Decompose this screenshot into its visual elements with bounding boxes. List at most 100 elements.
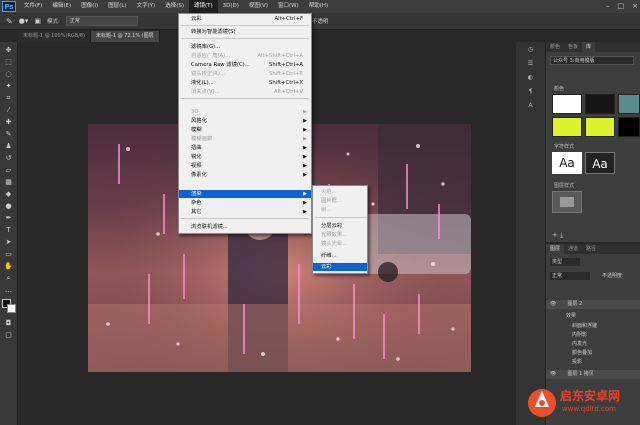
effect-drop-shadow[interactable]: 投影 (546, 358, 640, 367)
menu-item-blur-gallery[interactable]: 模糊画廊 ▶ (179, 135, 311, 143)
brush-tool-icon-side[interactable]: ✎ (2, 129, 15, 139)
menu-item-render[interactable]: 渲染 ▶ (179, 190, 311, 198)
paragraph-panel-icon[interactable]: ¶ (526, 88, 536, 96)
menu-item-stylize[interactable]: 风格化 ▶ (179, 117, 311, 125)
menu-item-liquify[interactable]: 液化(L)... Shift+Ctrl+X (179, 79, 311, 87)
brush-tool-icon[interactable]: ✎ (6, 17, 13, 26)
menu-view[interactable]: 视图(V) (244, 0, 273, 13)
menu-item-other[interactable]: 其它 ▶ (179, 208, 311, 216)
history-panel-icon[interactable]: ◷ (526, 46, 536, 54)
menu-layer[interactable]: 图层(L) (103, 0, 131, 13)
menu-item-3d[interactable]: 3D ▶ (179, 108, 311, 116)
menu-help[interactable]: 帮助(H) (304, 0, 333, 13)
menu-item-pixelate[interactable]: 像素化 ▶ (179, 171, 311, 179)
swatch-1[interactable] (552, 94, 582, 114)
quick-select-tool-icon[interactable]: ✦ (2, 81, 15, 91)
eraser-tool-icon[interactable]: ▱ (2, 165, 15, 175)
submenu-item-lens-flare[interactable]: 镜头光晕... (313, 240, 367, 248)
minimize-icon[interactable]: – (606, 0, 610, 13)
section-layer-styles[interactable]: 图层样式 (554, 182, 574, 189)
effects-row[interactable]: 效果 (546, 312, 640, 321)
submenu-item-tree[interactable]: 树... (313, 206, 367, 214)
menu-filter[interactable]: 滤镜(T) (188, 0, 218, 13)
layer-kind-filter[interactable]: 类型 (550, 258, 580, 266)
color-swatches-icon[interactable] (1, 299, 16, 313)
eyedropper-tool-icon[interactable]: ⁄ (2, 105, 15, 115)
layer-style-thumb[interactable] (552, 191, 582, 213)
blend-mode-select[interactable]: 正常 (550, 272, 590, 280)
menu-item-blur[interactable]: 模糊 ▶ (179, 126, 311, 134)
properties-panel-icon[interactable]: ☰ (526, 60, 536, 68)
tab-layers[interactable]: 图层 (546, 244, 565, 254)
menu-edit[interactable]: 编辑(E) (47, 0, 76, 13)
lasso-tool-icon[interactable]: ◌ (2, 69, 15, 79)
quick-mask-icon[interactable]: ◘ (2, 318, 15, 328)
effect-inner-glow[interactable]: 内发光 (546, 340, 640, 349)
type-tool-icon[interactable]: T (2, 225, 15, 235)
tab-document-1[interactable]: 未标题-1 @ 100%(RGB/8) (18, 31, 92, 42)
submenu-item-clouds[interactable]: 云彩 (313, 263, 367, 271)
mode-select[interactable]: 正常 (65, 16, 138, 26)
menu-item-adaptive-wide-angle[interactable]: 自适应广角(A)... Alt+Shift+Ctrl+A (179, 52, 311, 60)
submenu-item-flame[interactable]: 火焰... (313, 188, 367, 196)
swatch-6[interactable] (618, 117, 640, 137)
effect-inner-shadow[interactable]: 内阴影 (546, 331, 640, 340)
tab-paths[interactable]: 路径 (582, 244, 600, 254)
zoom-tool-icon[interactable]: ⌕ (2, 273, 15, 283)
style-sample-2[interactable]: Aa (585, 152, 615, 174)
menu-item-browse-online[interactable]: 浏览联机滤镜... (179, 223, 311, 231)
character-panel-icon[interactable]: A (526, 102, 536, 110)
tab-channels[interactable]: 通道 (564, 244, 582, 254)
menu-file[interactable]: 文件(F) (19, 0, 47, 13)
path-select-tool-icon[interactable]: ➤ (2, 237, 15, 247)
section-colors[interactable]: 颜色 (554, 85, 564, 92)
tab-swatches[interactable]: 色板 (564, 42, 582, 52)
tab-document-2[interactable]: 未标题-1 @ 72.1% (图层 (91, 31, 160, 42)
menu-type[interactable]: 文字(Y) (132, 0, 161, 13)
swatch-4[interactable] (552, 117, 582, 137)
hand-tool-icon[interactable]: ✋ (2, 261, 15, 271)
effect-color-overlay[interactable]: 颜色叠加 (546, 349, 640, 358)
menu-window[interactable]: 窗口(W) (273, 0, 304, 13)
menu-item-video[interactable]: 视频 ▶ (179, 162, 311, 170)
submenu-item-picture-frame[interactable]: 图片框... (313, 197, 367, 205)
effect-bevel[interactable]: 斜面和浮雕 (546, 322, 640, 331)
move-tool-icon[interactable]: ✥ (2, 45, 15, 55)
menu-item-noise[interactable]: 杂色 ▶ (179, 199, 311, 207)
menu-item-distort[interactable]: 扭曲 ▶ (179, 144, 311, 152)
menu-item-clouds-last[interactable]: 云彩 Alt+Ctrl+F (179, 15, 311, 23)
tab-color[interactable]: 颜色 (546, 42, 564, 52)
swatch-5[interactable] (585, 117, 615, 137)
swatch-2[interactable] (585, 94, 615, 114)
healing-brush-icon[interactable]: ✚ (2, 117, 15, 127)
marquee-tool-icon[interactable]: ⬚ (2, 57, 15, 67)
menu-item-smart-filter[interactable]: 转换为智能滤镜(S) (179, 28, 311, 36)
adjustments-panel-icon[interactable]: ◐ (526, 74, 536, 82)
section-char-styles[interactable]: 字符样式 (554, 143, 574, 150)
menu-image[interactable]: 图像(I) (76, 0, 103, 13)
close-icon[interactable]: × (632, 0, 638, 13)
maximize-icon[interactable]: □ (618, 0, 625, 13)
screen-mode-icon[interactable]: ▢ (2, 330, 15, 340)
menu-item-filter-gallery[interactable]: 滤镜库(G)... (179, 43, 311, 51)
menu-item-sharpen[interactable]: 锐化 ▶ (179, 153, 311, 161)
submenu-item-difference-clouds[interactable]: 分层云彩 (313, 222, 367, 230)
submenu-item-lighting-effects[interactable]: 光照效果... (313, 231, 367, 239)
menu-3d[interactable]: 3D(D) (218, 0, 244, 13)
layer-row-2[interactable]: 👁 图层 2 (546, 300, 640, 309)
pen-tool-icon[interactable]: ✒ (2, 213, 15, 223)
tab-libraries[interactable]: 库 (582, 42, 596, 52)
library-select[interactable]: 公众号 3:商用模版 (550, 56, 634, 65)
visibility-eye-icon[interactable]: 👁 (550, 301, 556, 307)
menu-item-camera-raw[interactable]: Camera Raw 滤镜(C)... Shift+Ctrl+A (179, 61, 311, 69)
brush-panel-icon[interactable]: ▣ (34, 17, 41, 25)
dodge-tool-icon[interactable]: ● (2, 201, 15, 211)
swatch-3[interactable] (618, 94, 640, 114)
clone-stamp-icon[interactable]: ♟ (2, 141, 15, 151)
add-content-icon[interactable]: + ⤓ (552, 231, 563, 240)
brush-preset-icon[interactable]: ●▾ (19, 17, 29, 25)
menu-item-vanishing-point[interactable]: 消失点(V)... Alt+Ctrl+V (179, 88, 311, 96)
blur-tool-icon[interactable]: ◆ (2, 189, 15, 199)
crop-tool-icon[interactable]: ⌗ (2, 93, 15, 103)
menu-item-lens-correction[interactable]: 镜头校正(R)... Shift+Ctrl+R (179, 70, 311, 78)
